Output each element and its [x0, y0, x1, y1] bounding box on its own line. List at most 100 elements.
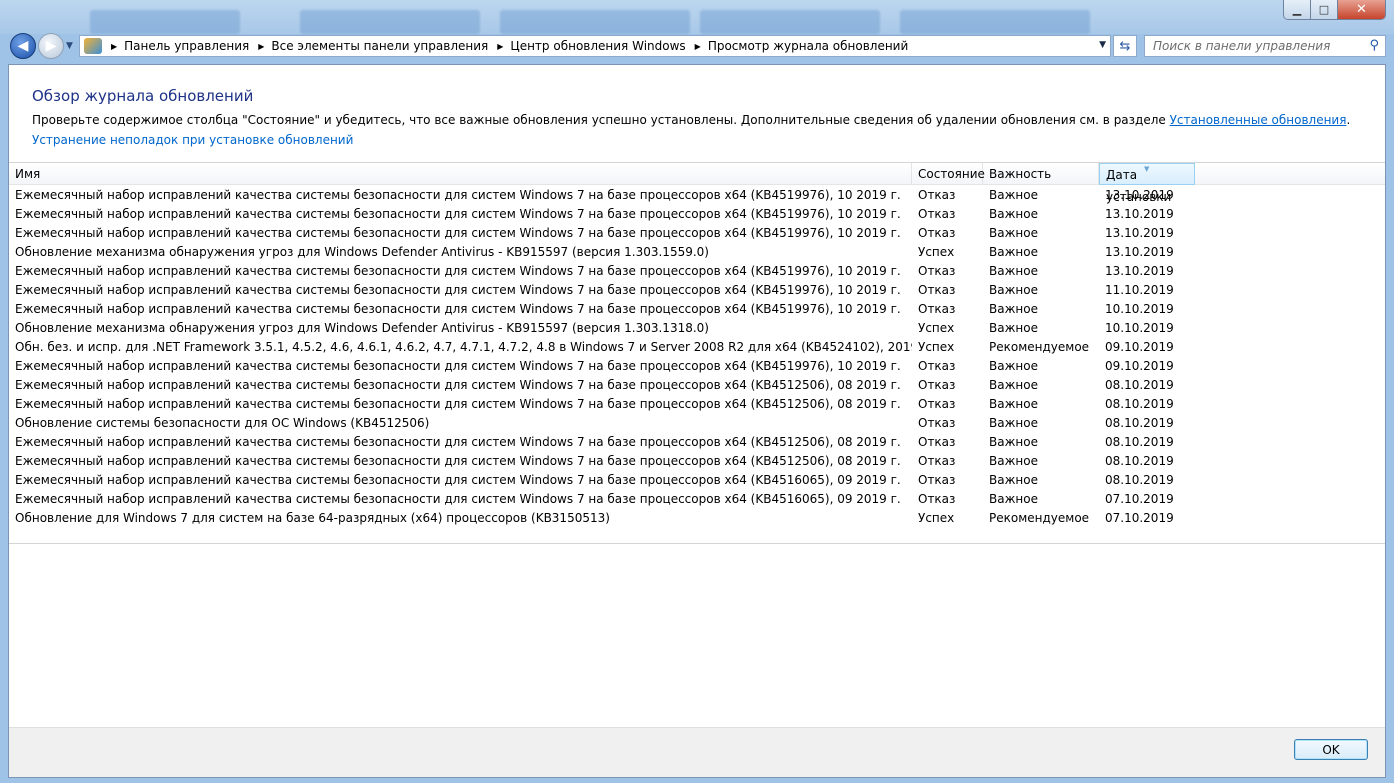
window-frame	[0, 778, 1394, 783]
table-row[interactable]: Ежемесячный набор исправлений качества с…	[9, 224, 1385, 243]
breadcrumb-label[interactable]: Все элементы панели управления	[271, 39, 488, 53]
install-date: 08.10.2019	[1105, 397, 1174, 411]
breadcrumb-label[interactable]: Панель управления	[124, 39, 249, 53]
table-row[interactable]: Ежемесячный набор исправлений качества с…	[9, 300, 1385, 319]
close-button[interactable]: ✕	[1338, 0, 1385, 19]
dialog-footer: OK	[9, 727, 1385, 777]
update-status: Отказ	[918, 416, 956, 430]
table-row[interactable]: Ежемесячный набор исправлений качества с…	[9, 471, 1385, 490]
install-date: 13.10.2019	[1105, 226, 1174, 240]
background-taskbar-blur	[500, 10, 690, 34]
update-name: Обновление для Windows 7 для систем на б…	[15, 511, 610, 525]
update-importance: Важное	[989, 264, 1038, 278]
background-taskbar-blur	[300, 10, 480, 34]
breadcrumb-item[interactable]: ▶ Все элементы панели управления	[249, 39, 488, 53]
install-date: 08.10.2019	[1105, 435, 1174, 449]
table-row[interactable]: Ежемесячный набор исправлений качества с…	[9, 281, 1385, 300]
update-name: Ежемесячный набор исправлений качества с…	[15, 492, 901, 506]
breadcrumb-label[interactable]: Центр обновления Windows	[510, 39, 685, 53]
window-controls: ▁ □ ✕	[1283, 0, 1386, 20]
update-name: Ежемесячный набор исправлений качества с…	[15, 435, 901, 449]
back-button[interactable]: ◀	[10, 33, 36, 59]
breadcrumb-item[interactable]: ▶ Панель управления	[102, 39, 249, 53]
troubleshoot-link[interactable]: Устранение неполадок при установке обнов…	[32, 133, 353, 147]
update-status: Отказ	[918, 397, 956, 411]
refresh-button[interactable]: ⇆	[1113, 35, 1137, 57]
update-name: Ежемесячный набор исправлений качества с…	[15, 283, 901, 297]
install-date: 07.10.2019	[1105, 511, 1174, 525]
install-date: 08.10.2019	[1105, 454, 1174, 468]
maximize-button[interactable]: □	[1311, 0, 1338, 19]
page-title: Обзор журнала обновлений	[32, 87, 254, 105]
update-name: Ежемесячный набор исправлений качества с…	[15, 226, 901, 240]
update-name: Обн. без. и испр. для .NET Framework 3.5…	[15, 340, 912, 354]
update-importance: Важное	[989, 302, 1038, 316]
table-row[interactable]: Ежемесячный набор исправлений качества с…	[9, 262, 1385, 281]
chevron-right-icon[interactable]: ▶	[111, 42, 117, 51]
table-row[interactable]: Ежемесячный набор исправлений качества с…	[9, 376, 1385, 395]
chevron-right-icon[interactable]: ▶	[258, 42, 264, 51]
column-header-name[interactable]: Имя	[9, 163, 912, 185]
table-row[interactable]: Ежемесячный набор исправлений качества с…	[9, 395, 1385, 414]
table-row[interactable]: Обновление системы безопасности для ОС W…	[9, 414, 1385, 433]
breadcrumb-item[interactable]: ▶ Просмотр журнала обновлений	[686, 39, 909, 53]
table-row[interactable]: Ежемесячный набор исправлений качества с…	[9, 452, 1385, 471]
description-end: .	[1346, 113, 1351, 127]
update-status: Отказ	[918, 188, 956, 202]
table-row[interactable]: Ежемесячный набор исправлений качества с…	[9, 186, 1385, 205]
forward-button[interactable]: ▶	[38, 33, 64, 59]
chevron-right-icon[interactable]: ▶	[497, 42, 503, 51]
update-importance: Важное	[989, 454, 1038, 468]
update-importance: Важное	[989, 492, 1038, 506]
column-header-install-date[interactable]: ▼ Дата установки	[1099, 163, 1195, 204]
breadcrumb-item[interactable]: ▶ Центр обновления Windows	[488, 39, 685, 53]
table-row[interactable]: Ежемесячный набор исправлений качества с…	[9, 205, 1385, 224]
column-header-importance[interactable]: Важность	[983, 163, 1099, 185]
update-status: Отказ	[918, 378, 956, 392]
update-importance: Важное	[989, 397, 1038, 411]
chevron-right-icon[interactable]: ▶	[695, 42, 701, 51]
address-bar[interactable]: ▶ Панель управления ▶ Все элементы панели …	[79, 35, 1111, 57]
minimize-button[interactable]: ▁	[1284, 0, 1311, 19]
update-name: Ежемесячный набор исправлений качества с…	[15, 264, 901, 278]
update-status: Отказ	[918, 264, 956, 278]
recent-pages-dropdown[interactable]: ▼	[66, 41, 73, 51]
table-row[interactable]: Ежемесячный набор исправлений качества с…	[9, 490, 1385, 509]
column-header-status[interactable]: Состояние	[912, 163, 985, 185]
background-taskbar-blur	[90, 10, 240, 34]
title-bar: ▁ □ ✕	[0, 0, 1394, 34]
install-date: 09.10.2019	[1105, 359, 1174, 373]
table-row[interactable]: Ежемесячный набор исправлений качества с…	[9, 357, 1385, 376]
navigation-bar: ◀ ▶ ▼ ▶ Панель управления ▶ Все элементы п…	[0, 33, 1394, 60]
table-row[interactable]: Обновление для Windows 7 для систем на б…	[9, 509, 1385, 528]
background-taskbar-blur	[900, 10, 1090, 34]
install-date: 11.10.2019	[1105, 283, 1174, 297]
update-name: Ежемесячный набор исправлений качества с…	[15, 473, 901, 487]
update-name: Ежемесячный набор исправлений качества с…	[15, 188, 901, 202]
breadcrumb-label[interactable]: Просмотр журнала обновлений	[708, 39, 908, 53]
table-row[interactable]: Обновление механизма обнаружения угроз д…	[9, 243, 1385, 262]
installed-updates-link[interactable]: Установленные обновления	[1170, 113, 1347, 127]
update-status: Отказ	[918, 283, 956, 297]
refresh-icon: ⇆	[1119, 38, 1131, 54]
update-name: Ежемесячный набор исправлений качества с…	[15, 378, 901, 392]
table-row[interactable]: Ежемесячный набор исправлений качества с…	[9, 433, 1385, 452]
search-input[interactable]	[1153, 39, 1363, 53]
ok-button[interactable]: OK	[1294, 739, 1368, 760]
update-importance: Рекомендуемое	[989, 511, 1090, 525]
update-status: Успех	[918, 321, 955, 335]
update-importance: Важное	[989, 416, 1038, 430]
table-row[interactable]: Обн. без. и испр. для .NET Framework 3.5…	[9, 338, 1385, 357]
update-status: Отказ	[918, 359, 956, 373]
update-name: Обновление системы безопасности для ОС W…	[15, 416, 430, 430]
install-date: 13.10.2019	[1105, 207, 1174, 221]
install-date: 07.10.2019	[1105, 492, 1174, 506]
search-icon[interactable]: ⚲	[1369, 38, 1379, 53]
install-date: 13.10.2019	[1105, 264, 1174, 278]
update-name: Ежемесячный набор исправлений качества с…	[15, 454, 901, 468]
search-box[interactable]: ⚲	[1144, 35, 1386, 57]
address-dropdown-icon[interactable]: ▼	[1099, 40, 1106, 50]
update-status: Успех	[918, 511, 955, 525]
table-row[interactable]: Обновление механизма обнаружения угроз д…	[9, 319, 1385, 338]
update-status: Отказ	[918, 473, 956, 487]
